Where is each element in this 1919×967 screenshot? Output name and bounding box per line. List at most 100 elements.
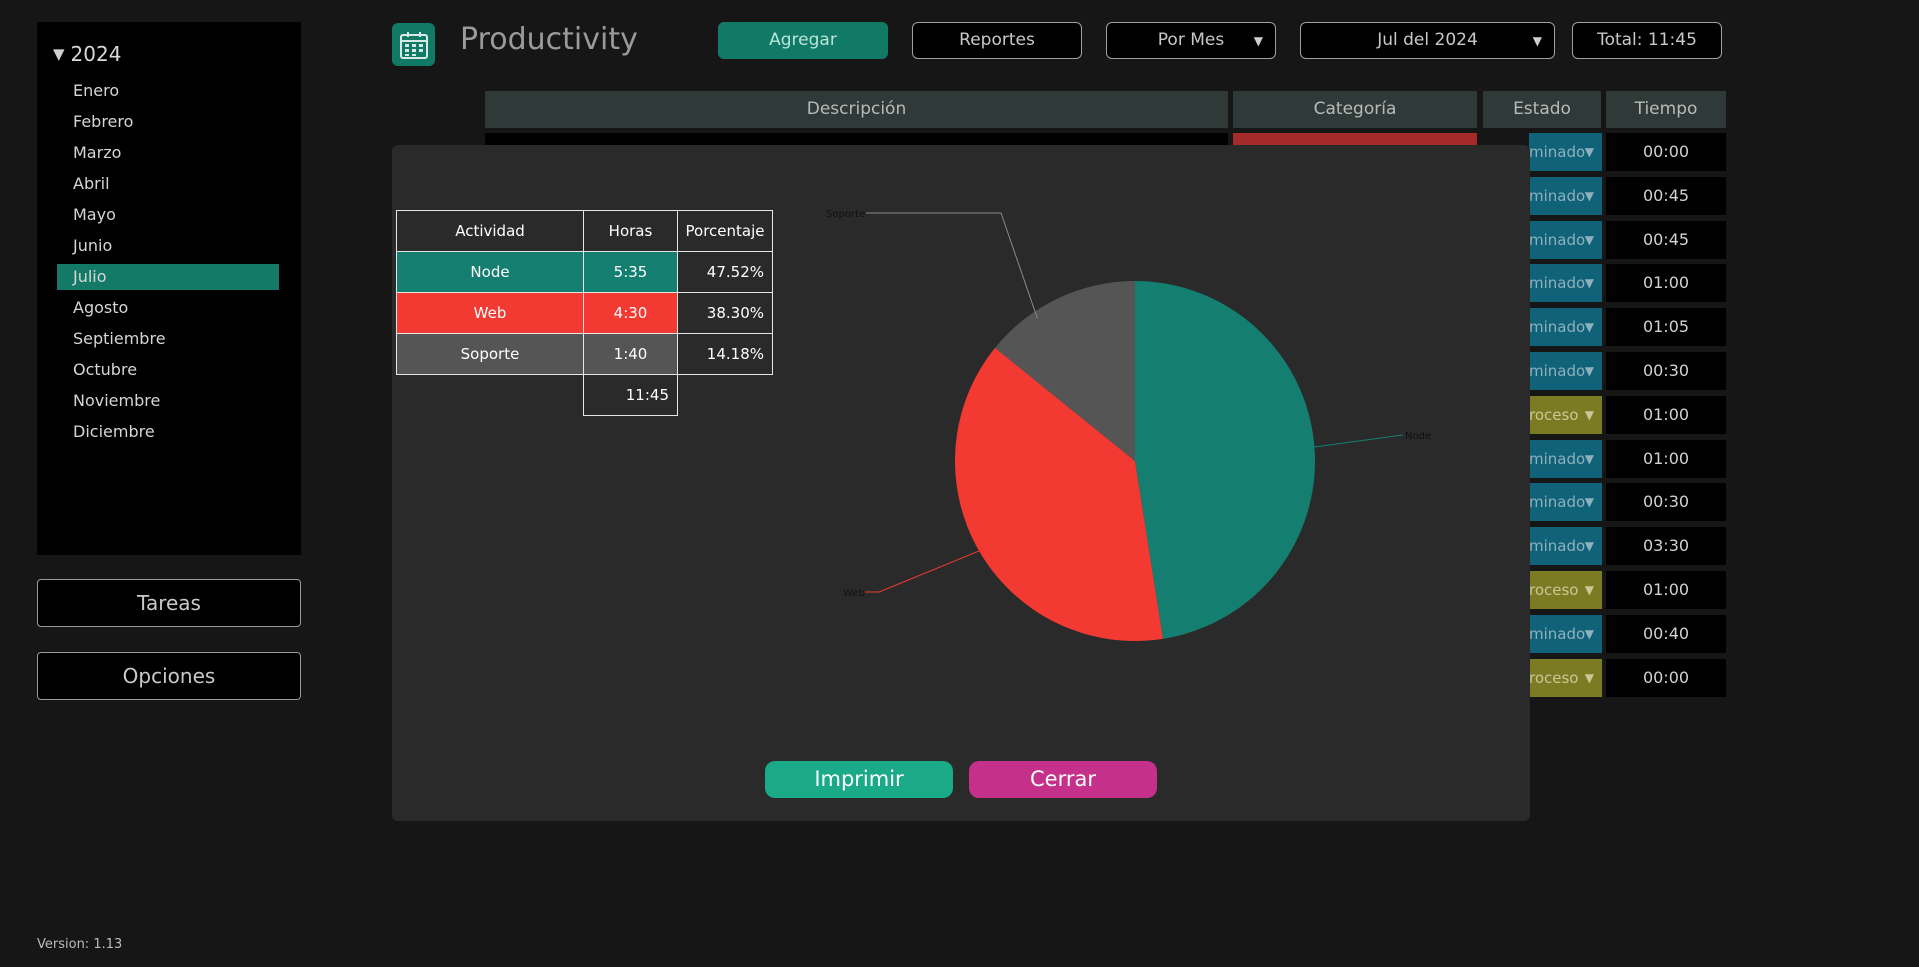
month-item-septiembre[interactable]: Septiembre	[57, 323, 279, 354]
status-select[interactable]: minado ▼	[1529, 527, 1602, 566]
total-badge: Total: 11:45	[1572, 22, 1722, 59]
caret-down-icon: ▼	[1584, 451, 1594, 466]
app-title: Productivity	[460, 22, 638, 57]
table-row-description	[485, 133, 1228, 145]
month-item-julio[interactable]: Julio	[57, 264, 279, 290]
pie-slice-node	[1135, 281, 1316, 639]
calendar-icon	[392, 23, 435, 66]
time-cell: 00:45	[1606, 176, 1726, 215]
caret-down-icon: ▼	[1584, 276, 1594, 291]
month-item-abril[interactable]: Abril	[57, 168, 279, 199]
caret-down-icon: ▼	[1584, 539, 1594, 554]
status-select[interactable]: minado ▼	[1529, 308, 1602, 347]
pie-chart: Node Web Soporte	[392, 145, 1530, 821]
status-label: minado	[1529, 186, 1586, 205]
column-header-tiempo: Tiempo	[1606, 91, 1726, 128]
month-select-value: Jul del 2024	[1377, 30, 1478, 50]
month-item-febrero[interactable]: Febrero	[57, 106, 279, 137]
time-cell: 00:45	[1606, 220, 1726, 259]
month-item-agosto[interactable]: Agosto	[57, 292, 279, 323]
leader-line-web	[865, 550, 980, 593]
caret-down-icon: ▼	[1532, 34, 1542, 48]
status-label: minado	[1529, 318, 1586, 337]
caret-down-icon: ▼	[1584, 320, 1594, 335]
month-item-enero[interactable]: Enero	[57, 75, 279, 106]
caret-down-icon: ▼	[1584, 407, 1594, 422]
status-select[interactable]: roceso ▼	[1529, 395, 1602, 434]
status-label: minado	[1529, 449, 1586, 468]
pie-label-soporte: Soporte	[826, 209, 865, 220]
status-label: roceso	[1529, 581, 1579, 599]
report-modal: Actividad Horas Porcentaje Node 5:35 47.52…	[392, 145, 1530, 821]
year-panel: ▼ 2024 Enero Febrero Marzo Abril Mayo Junio Ju…	[37, 22, 301, 555]
time-cell: 01:00	[1606, 439, 1726, 478]
month-item-octubre[interactable]: Octubre	[57, 354, 279, 385]
status-select[interactable]: roceso ▼	[1529, 658, 1602, 697]
status-label: roceso	[1529, 405, 1579, 424]
time-cell: 01:00	[1606, 264, 1726, 303]
status-label: minado	[1529, 274, 1586, 293]
pie-label-web: Web	[843, 588, 865, 599]
status-label: minado	[1529, 624, 1586, 643]
month-item-noviembre[interactable]: Noviembre	[57, 385, 279, 416]
status-label: minado	[1529, 230, 1586, 249]
time-cell: 00:30	[1606, 352, 1726, 390]
table-row-category	[1233, 133, 1477, 145]
status-label: minado	[1529, 537, 1586, 556]
month-list: Enero Febrero Marzo Abril Mayo Junio Julio Agos…	[57, 75, 279, 447]
triangle-down-icon: ▼	[53, 45, 65, 63]
options-button[interactable]: Opciones	[37, 652, 301, 700]
leader-line-node	[1314, 434, 1404, 448]
status-select[interactable]: roceso ▼	[1529, 571, 1602, 609]
time-cell: 00:00	[1606, 133, 1726, 171]
status-select[interactable]: minado ▼	[1529, 220, 1602, 259]
caret-down-icon: ▼	[1253, 34, 1263, 48]
time-cell: 00:30	[1606, 483, 1726, 522]
time-cell: 01:00	[1606, 571, 1726, 609]
time-cell: 01:05	[1606, 308, 1726, 347]
year-label: 2024	[70, 42, 122, 66]
time-cell: 01:00	[1606, 395, 1726, 434]
caret-down-icon: ▼	[1584, 145, 1594, 159]
status-select[interactable]: minado ▼	[1529, 439, 1602, 478]
period-select-value: Por Mes	[1157, 30, 1225, 50]
status-select[interactable]: minado ▼	[1529, 176, 1602, 215]
column-header-categoria: Categoría	[1233, 91, 1477, 128]
month-item-marzo[interactable]: Marzo	[57, 137, 279, 168]
month-item-diciembre[interactable]: Diciembre	[57, 416, 279, 447]
month-select[interactable]: Jul del 2024 ▼	[1300, 22, 1555, 59]
leader-line-soporte	[866, 212, 1038, 319]
time-cell: 00:00	[1606, 658, 1726, 697]
status-select[interactable]: minado ▼	[1529, 133, 1602, 171]
caret-down-icon: ▼	[1584, 626, 1594, 641]
status-label: minado	[1529, 362, 1586, 380]
caret-down-icon: ▼	[1584, 583, 1594, 597]
caret-down-icon: ▼	[1584, 188, 1594, 203]
caret-down-icon: ▼	[1584, 232, 1594, 247]
status-select[interactable]: minado ▼	[1529, 264, 1602, 303]
tasks-button[interactable]: Tareas	[37, 579, 301, 627]
caret-down-icon: ▼	[1584, 364, 1594, 378]
pie-label-node: Node	[1405, 431, 1431, 442]
column-header-estado: Estado	[1483, 91, 1601, 128]
caret-down-icon: ▼	[1584, 670, 1594, 685]
year-toggle[interactable]: ▼ 2024	[53, 42, 121, 66]
status-select[interactable]: minado ▼	[1529, 614, 1602, 653]
status-select[interactable]: minado ▼	[1529, 483, 1602, 522]
reports-button[interactable]: Reportes	[912, 22, 1082, 59]
status-select[interactable]: minado ▼	[1529, 352, 1602, 390]
status-label: minado	[1529, 143, 1586, 161]
caret-down-icon: ▼	[1584, 495, 1594, 510]
status-label: minado	[1529, 493, 1586, 512]
version-label: Version: 1.13	[37, 937, 123, 952]
period-select[interactable]: Por Mes ▼	[1106, 22, 1276, 59]
print-button[interactable]: Imprimir	[765, 761, 953, 798]
month-item-junio[interactable]: Junio	[57, 230, 279, 261]
add-button[interactable]: Agregar	[718, 22, 888, 59]
time-cell: 03:30	[1606, 527, 1726, 566]
column-header-descripcion: Descripción	[485, 91, 1228, 128]
close-button[interactable]: Cerrar	[969, 761, 1157, 798]
time-cell: 00:40	[1606, 614, 1726, 653]
month-item-mayo[interactable]: Mayo	[57, 199, 279, 230]
status-label: roceso	[1529, 668, 1579, 687]
